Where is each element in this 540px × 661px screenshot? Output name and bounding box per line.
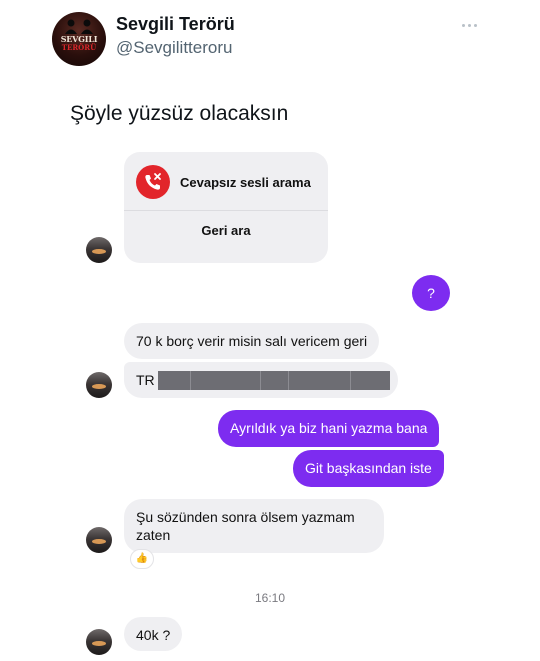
- message-outgoing[interactable]: Git başkasından iste: [293, 450, 444, 487]
- call-back-button[interactable]: Geri ara: [124, 223, 328, 238]
- iban-prefix: TR: [136, 372, 155, 388]
- missed-call-title: Cevapsız sesli arama: [180, 175, 311, 190]
- display-name[interactable]: Sevgili Terörü: [116, 14, 235, 35]
- message-outgoing[interactable]: ?: [412, 275, 450, 311]
- contact-avatar: [86, 527, 112, 553]
- contact-avatar: [86, 629, 112, 655]
- profile-avatar[interactable]: SEVGILI TERÖRÜ: [52, 12, 106, 66]
- dot: [474, 23, 477, 27]
- missed-call-icon: [136, 165, 170, 199]
- reaction-thumbs-up[interactable]: 👍: [130, 549, 154, 569]
- dot: [468, 23, 471, 27]
- tweet-header: SEVGILI TERÖRÜ Sevgili Terörü @Sevgilitt…: [0, 0, 540, 90]
- timestamp: 16:10: [254, 591, 286, 605]
- message-incoming[interactable]: 70 k borç verir misin salı vericem geri: [124, 323, 380, 359]
- dot: [462, 23, 465, 27]
- missed-call-card: Cevapsız sesli arama Geri ara: [124, 152, 328, 263]
- message-incoming-iban[interactable]: TR: [124, 362, 398, 398]
- user-handle[interactable]: @Sevgilitteroru: [116, 38, 232, 58]
- message-incoming[interactable]: Şu sözünden sonra ölsem yazmam zaten: [124, 499, 384, 553]
- divider: [124, 210, 328, 211]
- contact-avatar: [86, 237, 112, 263]
- contact-avatar: [86, 372, 112, 398]
- avatar-figures-icon: [65, 19, 93, 34]
- message-incoming[interactable]: 40k ?: [124, 617, 183, 651]
- more-options-icon[interactable]: [462, 20, 484, 30]
- message-outgoing[interactable]: Ayrıldık ya biz hani yazma bana: [218, 410, 440, 447]
- tweet-text: Şöyle yüzsüz olacaksın: [70, 102, 289, 125]
- avatar-logo-subtext: TERÖRÜ: [61, 43, 97, 52]
- redacted-block: [158, 371, 390, 390]
